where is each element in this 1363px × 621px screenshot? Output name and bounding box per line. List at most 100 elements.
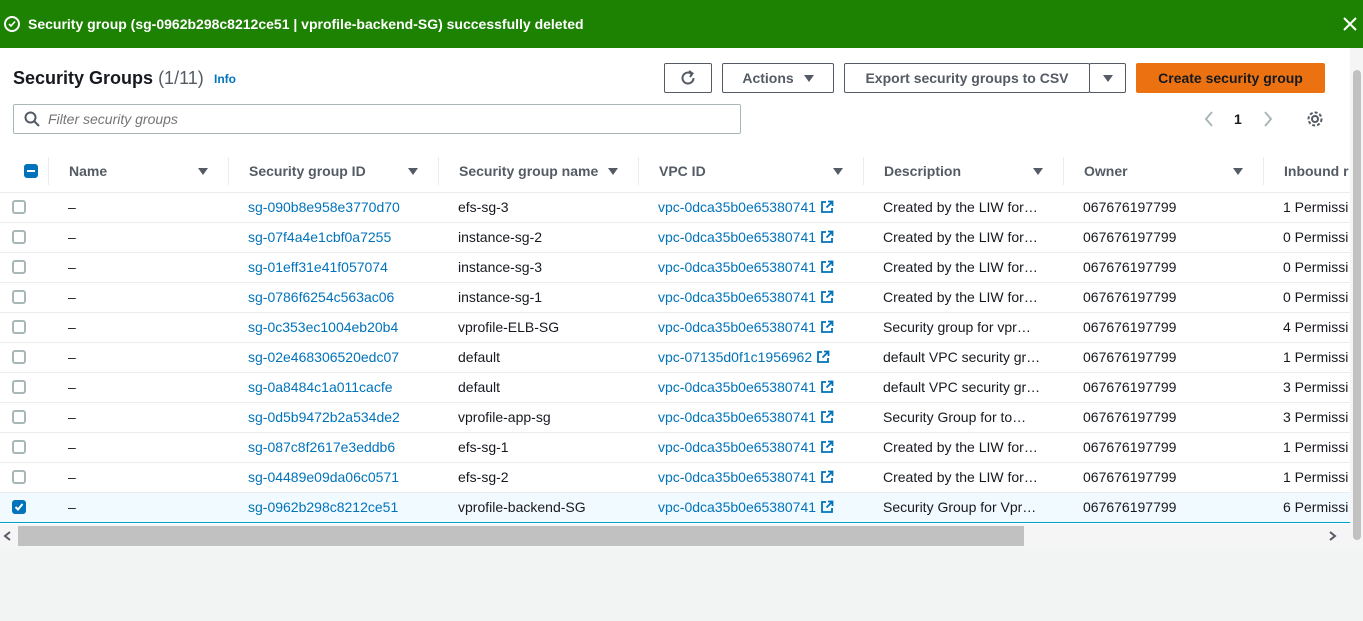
inbound-rules-cell: 0 Permissi	[1263, 282, 1350, 313]
row-checkbox[interactable]	[12, 230, 26, 244]
vpc-id-link[interactable]: vpc-0dca35b0e65380741	[658, 499, 816, 515]
row-checkbox[interactable]	[12, 380, 26, 394]
sort-icon	[1033, 167, 1043, 175]
external-link-icon[interactable]	[820, 260, 834, 274]
info-link[interactable]: Info	[214, 72, 236, 86]
table-row[interactable]: – sg-07f4a4e1cbf0a7255 instance-sg-2 vpc-0d…	[0, 222, 1350, 253]
sg-id-link[interactable]: sg-0786f6254c563ac06	[248, 289, 394, 305]
name-cell: –	[48, 282, 228, 313]
sg-id-link[interactable]: sg-0962b298c8212ce51	[248, 499, 398, 515]
table-row[interactable]: – sg-087c8f2617e3eddb6 efs-sg-1 vpc-0dca35b…	[0, 432, 1350, 463]
external-link-icon[interactable]	[820, 470, 834, 484]
page-number[interactable]: 1	[1234, 111, 1242, 127]
table-row[interactable]: – sg-0786f6254c563ac06 instance-sg-1 vpc-0d…	[0, 282, 1350, 313]
export-label: Export security groups to CSV	[865, 70, 1069, 86]
column-header-vpc-id[interactable]: VPC ID	[638, 156, 863, 185]
sg-id-link[interactable]: sg-0d5b9472b2a534de2	[248, 409, 400, 425]
external-link-icon[interactable]	[820, 500, 834, 514]
name-cell: –	[48, 192, 228, 223]
sg-name-cell: default	[438, 372, 638, 403]
table-row[interactable]: – sg-090b8e958e3770d70 efs-sg-3 vpc-0dca35b…	[0, 192, 1350, 223]
external-link-icon[interactable]	[820, 230, 834, 244]
vpc-id-link[interactable]: vpc-0dca35b0e65380741	[658, 289, 816, 305]
page-title-text: Security Groups	[13, 68, 154, 88]
external-link-icon[interactable]	[820, 290, 834, 304]
row-checkbox[interactable]	[12, 470, 26, 484]
column-header-sg-name[interactable]: Security group name	[438, 156, 638, 185]
row-checkbox[interactable]	[12, 260, 26, 274]
refresh-button[interactable]	[664, 63, 712, 93]
row-checkbox[interactable]	[12, 200, 26, 214]
create-security-group-button[interactable]: Create security group	[1136, 63, 1325, 93]
vpc-id-link[interactable]: vpc-0dca35b0e65380741	[658, 229, 816, 245]
table-row[interactable]: – sg-04489e09da06c0571 efs-sg-2 vpc-0dca35b…	[0, 462, 1350, 493]
search-input[interactable]	[48, 111, 648, 127]
vertical-scrollbar[interactable]	[1350, 48, 1363, 548]
table-row[interactable]: – sg-0962b298c8212ce51 vprofile-backend-SG…	[0, 491, 1350, 523]
row-checkbox[interactable]	[12, 440, 26, 454]
close-icon[interactable]	[1342, 16, 1358, 32]
column-header-sg-id[interactable]: Security group ID	[228, 156, 438, 185]
external-link-icon[interactable]	[816, 350, 830, 364]
sg-id-link[interactable]: sg-01eff31e41f057074	[248, 259, 388, 275]
vpc-id-link[interactable]: vpc-0dca35b0e65380741	[658, 409, 816, 425]
vpc-id-link[interactable]: vpc-0dca35b0e65380741	[658, 379, 816, 395]
sg-id-link[interactable]: sg-087c8f2617e3eddb6	[248, 439, 395, 455]
search-icon	[24, 111, 40, 127]
scrollbar-thumb[interactable]	[1353, 70, 1361, 540]
external-link-icon[interactable]	[820, 440, 834, 454]
inbound-rules-cell: 4 Permissi	[1263, 312, 1350, 343]
vpc-id-link[interactable]: vpc-0dca35b0e65380741	[658, 469, 816, 485]
vpc-id-link[interactable]: vpc-0dca35b0e65380741	[658, 199, 816, 215]
sg-id-link[interactable]: sg-04489e09da06c0571	[248, 469, 399, 485]
sg-name-cell: efs-sg-1	[438, 432, 638, 463]
scrollbar-thumb[interactable]	[18, 526, 1024, 546]
chevron-right-icon[interactable]	[1262, 110, 1274, 128]
sg-id-link[interactable]: sg-0c353ec1004eb20b4	[248, 319, 398, 335]
success-flash-bar: Security group (sg-0962b298c8212ce51 | v…	[0, 0, 1363, 48]
sg-id-link[interactable]: sg-090b8e958e3770d70	[248, 199, 400, 215]
column-header-owner[interactable]: Owner	[1063, 156, 1263, 185]
external-link-icon[interactable]	[820, 320, 834, 334]
sg-id-link[interactable]: sg-02e468306520edc07	[248, 349, 399, 365]
table-row[interactable]: – sg-0a8484c1a011cacfe default vpc-0dca35b0…	[0, 372, 1350, 403]
table-row[interactable]: – sg-01eff31e41f057074 instance-sg-3 vpc-0d…	[0, 252, 1350, 283]
row-checkbox[interactable]	[12, 320, 26, 334]
search-box[interactable]	[13, 104, 741, 134]
table-row[interactable]: – sg-02e468306520edc07 default vpc-07135d0f…	[0, 342, 1350, 373]
chevron-left-icon[interactable]	[1203, 110, 1215, 128]
sg-name-cell: instance-sg-2	[438, 222, 638, 253]
owner-cell: 067676197799	[1063, 222, 1263, 253]
horizontal-scrollbar[interactable]	[0, 524, 1350, 548]
sg-id-link[interactable]: sg-07f4a4e1cbf0a7255	[248, 229, 391, 245]
export-csv-button[interactable]: Export security groups to CSV	[844, 63, 1090, 93]
column-header-inbound[interactable]: Inbound r	[1263, 156, 1350, 185]
owner-cell: 067676197799	[1063, 491, 1263, 523]
gear-icon[interactable]	[1306, 110, 1324, 128]
caret-down-icon	[803, 74, 814, 82]
scroll-left-icon[interactable]	[2, 530, 14, 542]
flash-message: Security group (sg-0962b298c8212ce51 | v…	[28, 16, 584, 32]
vpc-id-link[interactable]: vpc-0dca35b0e65380741	[658, 439, 816, 455]
sg-id-link[interactable]: sg-0a8484c1a011cacfe	[248, 379, 393, 395]
column-header-name[interactable]: Name	[48, 156, 228, 185]
table-row[interactable]: – sg-0c353ec1004eb20b4 vprofile-ELB-SG vpc-…	[0, 312, 1350, 343]
external-link-icon[interactable]	[820, 200, 834, 214]
row-checkbox[interactable]	[12, 500, 26, 514]
scroll-right-icon[interactable]	[1326, 530, 1338, 542]
description-cell: Security Group for Vpr…	[863, 491, 1063, 523]
table-row[interactable]: – sg-0d5b9472b2a534de2 vprofile-app-sg vpc-…	[0, 402, 1350, 433]
select-all-checkbox[interactable]	[24, 163, 38, 178]
row-checkbox[interactable]	[12, 290, 26, 304]
column-header-description[interactable]: Description	[863, 156, 1063, 185]
vpc-id-link[interactable]: vpc-0dca35b0e65380741	[658, 319, 816, 335]
external-link-icon[interactable]	[820, 410, 834, 424]
vpc-id-link[interactable]: vpc-07135d0f1c1956962	[658, 349, 812, 365]
external-link-icon[interactable]	[820, 380, 834, 394]
export-dropdown-button[interactable]	[1089, 63, 1126, 93]
row-checkbox[interactable]	[12, 350, 26, 364]
vpc-id-link[interactable]: vpc-0dca35b0e65380741	[658, 259, 816, 275]
row-checkbox[interactable]	[12, 410, 26, 424]
sg-name-cell: vprofile-ELB-SG	[438, 312, 638, 343]
actions-button[interactable]: Actions	[722, 63, 834, 93]
